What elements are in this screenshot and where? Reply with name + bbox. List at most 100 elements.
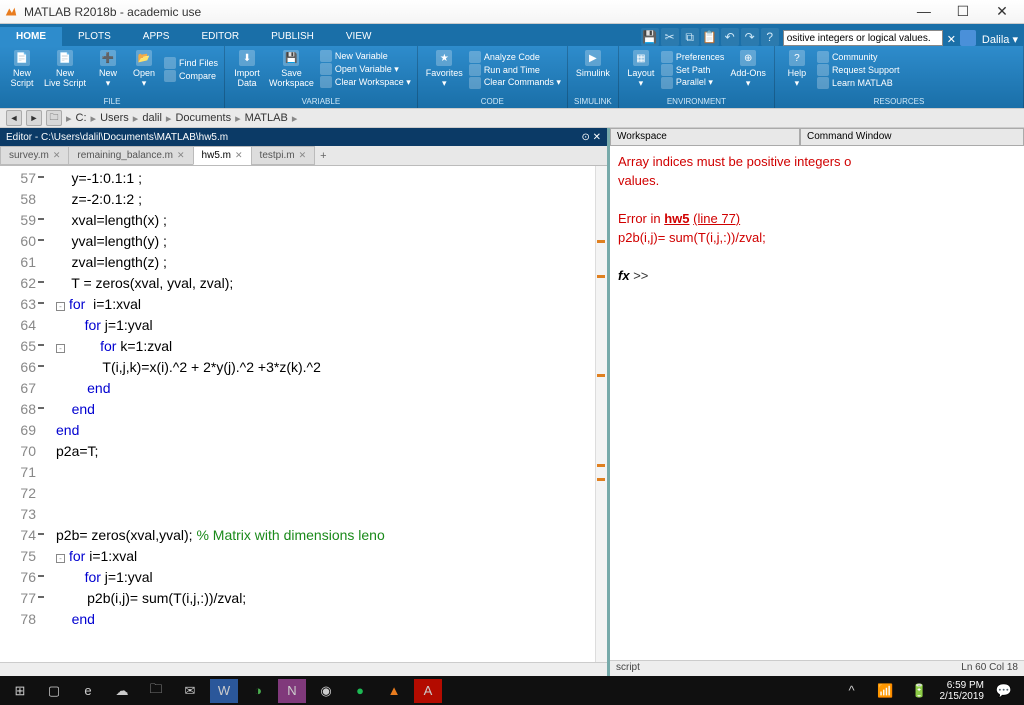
open-variable-button[interactable]: Open Variable ▾ <box>320 63 411 75</box>
windows-taskbar: ⊞ ▢ e ☁ 🗀 ✉ W ◑ N ◉ ● ▲ A ^ 📶 🔋 6:59 PM2… <box>0 676 1024 705</box>
close-tab-icon[interactable]: ✕ <box>177 150 185 161</box>
back-button[interactable]: ◄ <box>6 110 22 126</box>
parallel-button[interactable]: Parallel ▾ <box>661 77 725 89</box>
fx-icon[interactable]: fx <box>618 268 630 283</box>
editor-scrollbar[interactable] <box>595 166 607 662</box>
layout-button[interactable]: ▦Layout ▾ <box>625 48 657 91</box>
editor-tab[interactable]: survey.m✕ <box>0 146 69 165</box>
path-segment[interactable]: C: <box>76 112 87 124</box>
tab-editor[interactable]: EDITOR <box>185 27 255 46</box>
task-view-icon[interactable]: ▢ <box>40 679 68 703</box>
ribbon-group-variable: ⬇Import Data 💾Save Workspace New Variabl… <box>225 46 418 108</box>
editor-tab[interactable]: hw5.m✕ <box>193 146 252 165</box>
editor-tab[interactable]: remaining_balance.m✕ <box>68 146 193 165</box>
editor-file-tabs: survey.m✕ remaining_balance.m✕ hw5.m✕ te… <box>0 146 607 166</box>
code-editor[interactable]: 5758596061626364656667686970717273747576… <box>0 166 607 662</box>
close-tab-icon[interactable]: ✕ <box>53 150 61 161</box>
community-button[interactable]: Community <box>817 51 900 63</box>
new-script-button[interactable]: 📄New Script <box>6 48 38 91</box>
error-file-link[interactable]: hw5 <box>664 211 689 226</box>
mail-icon[interactable]: ✉ <box>176 679 204 703</box>
start-button[interactable]: ⊞ <box>6 679 34 703</box>
open-button[interactable]: 📂Open ▾ <box>128 48 160 91</box>
new-tab-button[interactable]: + <box>314 147 332 165</box>
minimize-button[interactable]: — <box>906 3 942 19</box>
ribbon-group-resources: ?Help ▾ Community Request Support Learn … <box>775 46 1024 108</box>
window-title: MATLAB R2018b - academic use <box>24 5 906 19</box>
tray-battery-icon[interactable]: 🔋 <box>906 679 934 703</box>
close-tab-icon[interactable]: ✕ <box>299 150 307 161</box>
ribbon: 📄New Script 📄New Live Script ➕New ▾ 📂Ope… <box>0 46 1024 108</box>
word-icon[interactable]: W <box>210 679 238 703</box>
import-data-button[interactable]: ⬇Import Data <box>231 48 263 90</box>
help-icon[interactable]: ? <box>761 28 779 46</box>
learn-matlab-button[interactable]: Learn MATLAB <box>817 77 900 89</box>
editor-hscrollbar[interactable] <box>0 662 607 676</box>
clear-workspace-button[interactable]: Clear Workspace ▾ <box>320 76 411 88</box>
command-prompt[interactable]: >> <box>633 268 648 283</box>
command-window-header[interactable]: Command Window <box>800 128 1024 146</box>
save-icon[interactable]: 💾 <box>641 28 659 46</box>
chrome-icon[interactable]: ◉ <box>312 679 340 703</box>
save-workspace-button[interactable]: 💾Save Workspace <box>267 48 316 90</box>
up-button[interactable]: 🗀 <box>46 110 62 126</box>
notifications-icon[interactable]: 💬 <box>990 679 1018 703</box>
simulink-button[interactable]: ▶Simulink <box>574 48 612 80</box>
error-line-link[interactable]: (line 77) <box>693 211 740 226</box>
search-clear-icon[interactable]: ✕ <box>943 33 960 46</box>
tab-apps[interactable]: APPS <box>127 27 186 46</box>
editor-tab[interactable]: testpi.m✕ <box>251 146 316 165</box>
paste-icon[interactable]: 📋 <box>701 28 719 46</box>
command-window[interactable]: Array indices must be positive integers … <box>610 146 1024 660</box>
current-folder-bar: ◄ ► 🗀 ▸ C:▸ Users▸ dalil▸ Documents▸ MAT… <box>0 108 1024 128</box>
acrobat-icon[interactable]: A <box>414 679 442 703</box>
close-button[interactable]: ✕ <box>984 3 1020 20</box>
forward-button[interactable]: ► <box>26 110 42 126</box>
editor-titlebar: Editor - C:\Users\dalil\Documents\MATLAB… <box>0 128 607 146</box>
close-tab-icon[interactable]: ✕ <box>235 150 243 161</box>
error-message: Array indices must be positive integers … <box>618 152 1016 171</box>
explorer-icon[interactable]: 🗀 <box>142 679 170 703</box>
new-live-script-button[interactable]: 📄New Live Script <box>42 48 88 91</box>
addons-button[interactable]: ⊕Add-Ons ▾ <box>728 48 768 91</box>
copy-icon[interactable]: ⧉ <box>681 28 699 46</box>
preferences-button[interactable]: Preferences <box>661 51 725 63</box>
path-segment[interactable]: MATLAB <box>245 112 288 124</box>
tab-publish[interactable]: PUBLISH <box>255 27 330 46</box>
user-avatar-icon[interactable] <box>960 30 976 46</box>
app-icon[interactable]: ◑ <box>244 679 272 703</box>
request-support-button[interactable]: Request Support <box>817 64 900 76</box>
clear-commands-button[interactable]: Clear Commands ▾ <box>469 77 561 89</box>
help-button[interactable]: ?Help ▾ <box>781 48 813 91</box>
path-segment[interactable]: Users <box>100 112 129 124</box>
redo-icon[interactable]: ↷ <box>741 28 759 46</box>
run-time-button[interactable]: Run and Time <box>469 64 561 76</box>
user-menu[interactable]: Dalila ▾ <box>976 33 1024 46</box>
compare-button[interactable]: Compare <box>164 70 218 82</box>
path-segment[interactable]: dalil <box>142 112 162 124</box>
tab-plots[interactable]: PLOTS <box>62 27 127 46</box>
path-segment[interactable]: Documents <box>175 112 231 124</box>
cut-icon[interactable]: ✂ <box>661 28 679 46</box>
tab-view[interactable]: VIEW <box>330 27 388 46</box>
workspace-panel-header[interactable]: Workspace <box>610 128 800 146</box>
onenote-icon[interactable]: N <box>278 679 306 703</box>
new-button[interactable]: ➕New ▾ <box>92 48 124 91</box>
tab-home[interactable]: HOME <box>0 27 62 46</box>
tray-up-icon[interactable]: ^ <box>838 679 866 703</box>
new-variable-button[interactable]: New Variable <box>320 50 411 62</box>
tray-network-icon[interactable]: 📶 <box>872 679 900 703</box>
editor-dock-icon[interactable]: ⊙ <box>581 132 589 143</box>
undo-icon[interactable]: ↶ <box>721 28 739 46</box>
app-icon[interactable]: ☁ <box>108 679 136 703</box>
set-path-button[interactable]: Set Path <box>661 64 725 76</box>
search-docs-input[interactable] <box>783 30 943 46</box>
analyze-code-button[interactable]: Analyze Code <box>469 51 561 63</box>
matlab-icon[interactable]: ▲ <box>380 679 408 703</box>
find-files-button[interactable]: Find Files <box>164 57 218 69</box>
favorites-button[interactable]: ★Favorites ▾ <box>424 48 465 91</box>
edge-icon[interactable]: e <box>74 679 102 703</box>
editor-close-icon[interactable]: ✕ <box>593 132 601 143</box>
maximize-button[interactable]: ☐ <box>945 3 981 20</box>
spotify-icon[interactable]: ● <box>346 679 374 703</box>
